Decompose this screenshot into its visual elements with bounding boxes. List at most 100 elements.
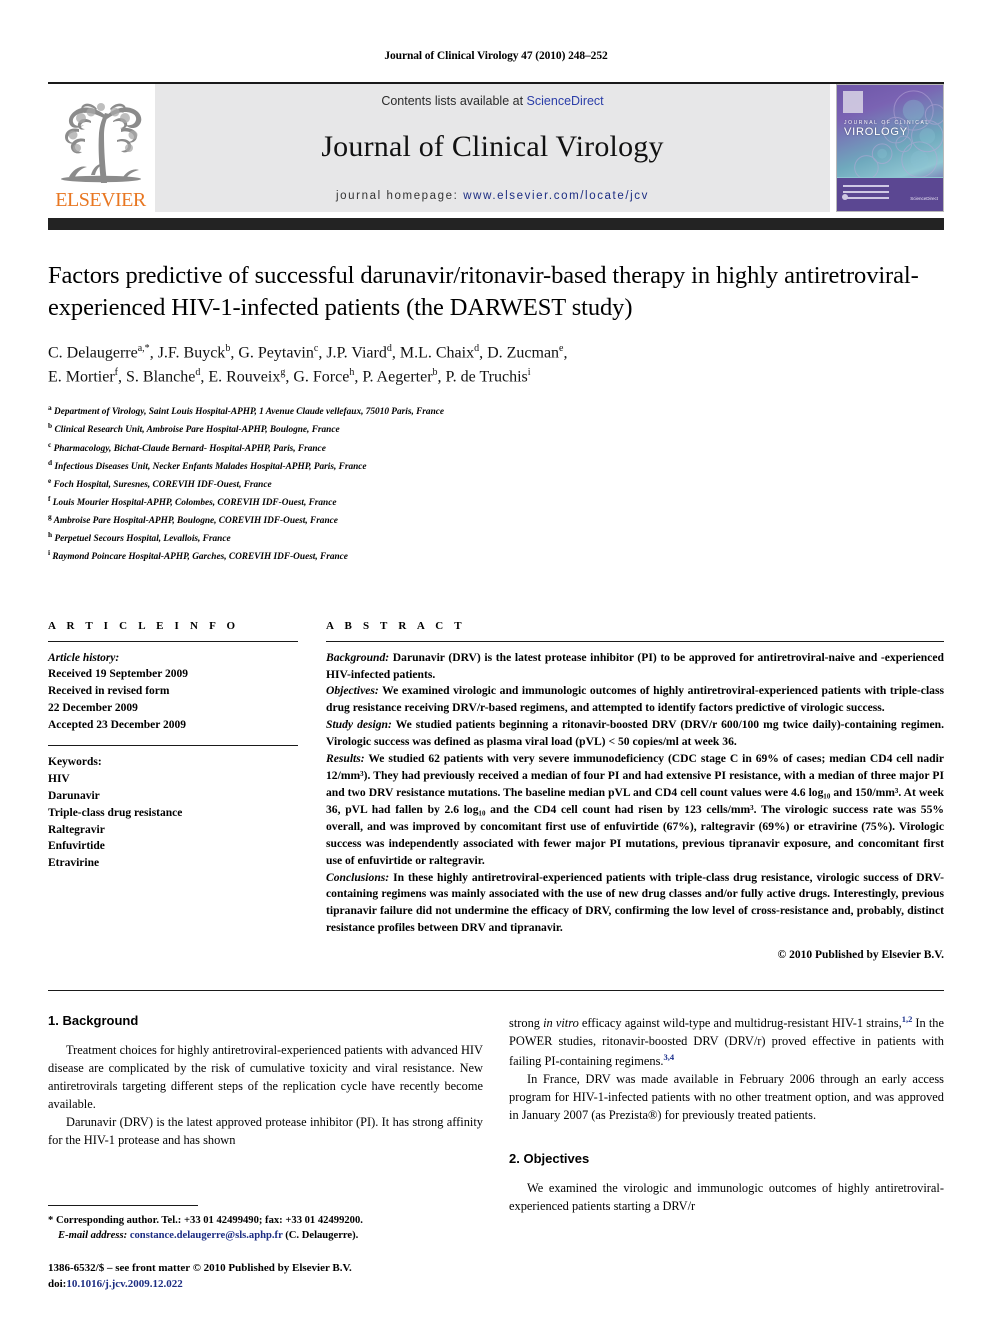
journal-homepage-line: journal homepage: www.elsevier.com/locat… [336, 190, 649, 202]
abstract-heading: A B S T R A C T [326, 619, 466, 632]
article-history-label: Article history: [48, 651, 120, 664]
affiliation-mark: a [48, 403, 52, 413]
page-title: Factors predictive of successful darunav… [48, 262, 919, 322]
elsevier-wordmark: ELSEVIER [55, 189, 146, 211]
footnote-rule [48, 1205, 198, 1207]
affiliation-text: Clinical Research Unit, Ambroise Pare Ho… [54, 425, 340, 436]
journal-title: Journal of Clinical Virology [321, 130, 664, 163]
journal-masthead: ELSEVIER Contents lists available at Sci… [48, 84, 944, 212]
abstract-rule [326, 640, 944, 642]
history-item: Accepted 23 December 2009 [48, 718, 187, 731]
abstract-text: In these highly antiretroviral-experienc… [326, 870, 944, 935]
cover-footer-line [843, 191, 889, 193]
affiliation-text: Perpetuel Secours Hospital, Levallois, F… [54, 534, 231, 545]
article-info-column: A R T I C L E I N F O Article history: R… [48, 620, 298, 964]
cover-title: JOURNAL OF CLINICAL VIROLOGY [844, 120, 936, 139]
body-columns: 1. Background Treatment choices for high… [48, 1013, 944, 1216]
article-history-group: Article history: Received 19 September 2… [48, 650, 298, 734]
journal-cover-thumbnail: JOURNAL OF CLINICAL VIROLOGY ScienceDire… [836, 84, 944, 212]
affiliation-item: b Clinical Research Unit, Ambroise Pare … [48, 420, 944, 438]
affiliation-text: Department of Virology, Saint Louis Hosp… [54, 407, 444, 418]
affiliation-text: Pharmacology, Bichat-Claude Bernard- Hos… [53, 443, 326, 454]
history-item: 22 December 2009 [48, 701, 138, 714]
affiliation-item: i Raymond Poincare Hospital-APHP, Garche… [48, 547, 944, 565]
abstract-paragraph: Objectives: We examined virologic and im… [326, 683, 944, 717]
body-text-italic: in vitro [543, 1016, 579, 1031]
body-text: efficacy against wild-type and multidrug… [578, 1016, 902, 1031]
body-paragraph: Darunavir (DRV) is the latest approved p… [48, 1114, 483, 1147]
affiliation-list: a Department of Virology, Saint Louis Ho… [48, 402, 944, 565]
body-paragraph: strong in vitro efficacy against wild-ty… [509, 1013, 944, 1071]
affiliation-mark: i [48, 548, 51, 558]
abstract-text: We examined virologic and immunologic ou… [326, 684, 944, 715]
abstract-label: Conclusions: [326, 870, 390, 884]
article-info-heading: A R T I C L E I N F O [48, 619, 240, 632]
abstract-text: We studied patients beginning a ritonavi… [326, 718, 944, 749]
affiliation-item: a Department of Virology, Saint Louis Ho… [48, 402, 944, 420]
cover-footer-dot [842, 194, 848, 200]
affiliation-item: f Louis Mourier Hospital-APHP, Colombes,… [48, 493, 944, 511]
affiliation-text: Raymond Poincare Hospital-APHP, Garches,… [52, 552, 348, 563]
cover-elsevier-mark [843, 91, 863, 113]
keyword-item: Raltegravir [48, 823, 105, 836]
cover-footer: ScienceDirect [837, 177, 943, 211]
homepage-url-link[interactable]: www.elsevier.com/locate/jcv [463, 190, 649, 202]
contents-lists-line: Contents lists available at ScienceDirec… [381, 94, 603, 108]
keywords-group: Keywords: HIV Darunavir Triple-class dru… [48, 754, 298, 871]
running-head: Journal of Clinical Virology 47 (2010) 2… [384, 50, 608, 62]
email-suffix: (C. Delaugerre). [282, 1230, 359, 1242]
masthead-center-panel: Contents lists available at ScienceDirec… [155, 84, 830, 212]
cover-subtitle: JOURNAL OF CLINICAL [844, 120, 930, 126]
affiliation-text: Ambroise Pare Hospital-APHP, Boulogne, C… [53, 516, 338, 527]
abstract-label: Study design: [326, 718, 392, 732]
cover-footer-line [843, 197, 889, 199]
sciencedirect-link[interactable]: ScienceDirect [527, 94, 604, 108]
affiliation-item: h Perpetuel Secours Hospital, Levallois,… [48, 529, 944, 547]
info-abstract-region: A R T I C L E I N F O Article history: R… [48, 620, 944, 964]
title-block: Factors predictive of successful darunav… [48, 230, 944, 566]
body-text: strong [509, 1016, 544, 1031]
body-column-right: strong in vitro efficacy against wild-ty… [509, 1013, 944, 1216]
abstract-body: Background: Darunavir (DRV) is the lates… [326, 650, 944, 964]
cover-main-title: VIROLOGY [844, 126, 908, 139]
affiliation-mark: c [48, 439, 52, 449]
cover-footer-lines [842, 185, 889, 203]
abstract-copyright: © 2010 Published by Elsevier B.V. [777, 949, 944, 962]
citation-ref[interactable]: 1,2 [902, 1014, 913, 1024]
issn-line: 1386-6532/$ – see front matter © 2010 Pu… [48, 1262, 352, 1275]
affiliation-item: g Ambroise Pare Hospital-APHP, Boulogne,… [48, 511, 944, 529]
keyword-item: HIV [48, 773, 70, 786]
keyword-item: Enfuvirtide [48, 840, 105, 853]
affiliation-item: e Foch Hospital, Suresnes, COREVIH IDF-O… [48, 475, 944, 493]
abstract-paragraph: Study design: We studied patients beginn… [326, 717, 944, 751]
affiliation-text: Foch Hospital, Suresnes, COREVIH IDF-Oue… [53, 479, 272, 490]
author-line-1: C. Delaugerrea,*, J.F. Buyckb, G. Peytav… [48, 342, 568, 361]
affiliation-item: d Infectious Diseases Unit, Necker Enfan… [48, 457, 944, 475]
citation-ref[interactable]: 3,4 [664, 1052, 675, 1062]
email-link[interactable]: constance.delaugerre@sls.aphp.fr [130, 1230, 283, 1241]
affiliation-mark: e [48, 475, 52, 485]
body-paragraph: Treatment choices for highly antiretrovi… [48, 1043, 483, 1111]
affiliation-mark: b [48, 421, 53, 431]
footnote-region: * Corresponding author. Tel.: +33 01 424… [48, 1205, 488, 1293]
affiliation-mark: d [48, 457, 53, 467]
corresponding-author-text: * Corresponding author. Tel.: +33 01 424… [48, 1215, 363, 1227]
affiliation-item: c Pharmacology, Bichat-Claude Bernard- H… [48, 439, 944, 457]
abstract-paragraph: Background: Darunavir (DRV) is the lates… [326, 650, 944, 684]
keyword-item: Darunavir [48, 790, 100, 803]
email-label: E-mail address: [58, 1230, 128, 1242]
affiliation-mark: f [48, 494, 51, 504]
abstract-paragraph: Conclusions: In these highly antiretrovi… [326, 870, 944, 938]
masthead-dark-band [48, 218, 944, 230]
doi-label: doi: [48, 1278, 67, 1291]
homepage-prefix: journal homepage: [336, 190, 459, 202]
doi-link[interactable]: 10.1016/j.jcv.2009.12.022 [66, 1278, 182, 1290]
keyword-item: Triple-class drug resistance [48, 806, 183, 819]
email-line: E-mail address: constance.delaugerre@sls… [48, 1228, 488, 1243]
body-paragraph: We examined the virologic and immunologi… [509, 1181, 944, 1214]
affiliation-mark: g [48, 512, 52, 522]
affiliation-text: Louis Mourier Hospital-APHP, Colombes, C… [52, 498, 337, 509]
abstract-label: Objectives: [326, 684, 379, 698]
keywords-label: Keywords: [48, 756, 102, 769]
cover-sciencedirect-mark: ScienceDirect [910, 196, 938, 202]
